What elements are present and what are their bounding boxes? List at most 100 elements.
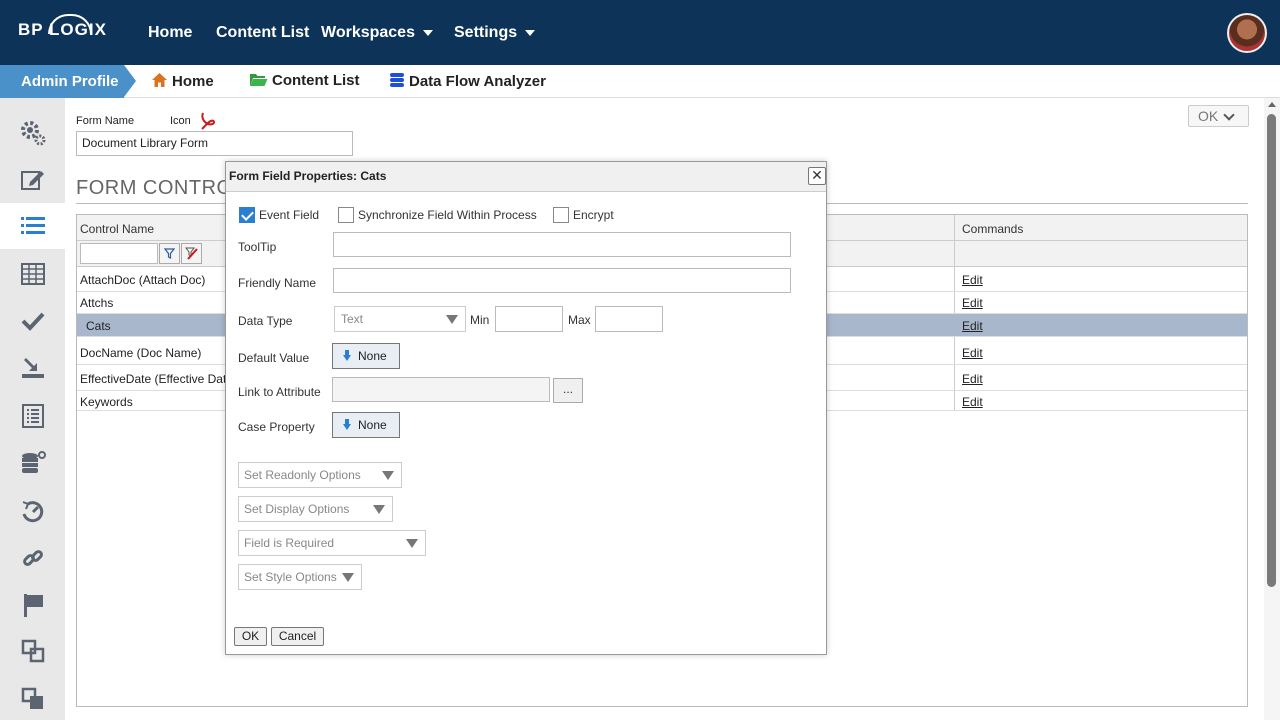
sidebar-item-table[interactable] <box>0 251 65 297</box>
edit-link[interactable]: Edit <box>962 296 983 310</box>
sidebar-item-settings[interactable] <box>0 110 65 156</box>
close-icon: ✕ <box>811 167 823 183</box>
form-name-input[interactable]: Document Library Form <box>76 131 353 156</box>
friendly-name-label: Friendly Name <box>238 276 317 290</box>
sidebar-item-report[interactable] <box>0 393 65 439</box>
scrollbar-thumb[interactable] <box>1267 114 1276 587</box>
sidebar-item-check[interactable] <box>0 298 65 344</box>
friendly-name-input[interactable] <box>333 268 791 293</box>
bp-logix-logo[interactable]: BP LOGIX <box>18 14 107 40</box>
user-avatar[interactable] <box>1227 13 1267 53</box>
sidebar-item-edit[interactable] <box>0 157 65 203</box>
encrypt-checkbox[interactable] <box>553 207 569 223</box>
display-options-label: Set Display Options <box>244 502 350 516</box>
data-type-select[interactable]: Text <box>334 306 466 332</box>
header-control-name[interactable]: Control Name <box>80 222 154 236</box>
scroll-up-icon[interactable] <box>1268 102 1276 107</box>
tooltip-label: ToolTip <box>238 240 277 254</box>
form-field-properties-dialog: Form Field Properties: Cats ✕ Event Fiel… <box>225 161 827 655</box>
sidebar-item-copy-outline[interactable] <box>0 676 65 720</box>
clear-filter-icon <box>185 247 198 260</box>
display-options-select[interactable]: Set Display Options <box>238 496 393 522</box>
sidebar-item-database-settings[interactable] <box>0 440 65 486</box>
default-value-button[interactable]: None <box>332 343 400 369</box>
event-field-checkbox[interactable] <box>239 207 255 223</box>
edit-link[interactable]: Edit <box>962 319 983 333</box>
home-icon <box>152 73 167 87</box>
edit-link[interactable]: Edit <box>962 273 983 287</box>
style-options-select[interactable]: Set Style Options <box>238 564 362 590</box>
admin-profile-tab[interactable]: Admin Profile <box>0 65 136 98</box>
pdf-icon[interactable] <box>199 112 216 130</box>
sidebar-item-copy[interactable] <box>0 628 65 674</box>
sidebar-item-link[interactable] <box>0 535 65 581</box>
vertical-scrollbar[interactable] <box>1264 98 1280 720</box>
case-property-button-label: None <box>358 418 387 432</box>
top-navbar: BP LOGIX Home Content List Workspaces Se… <box>0 0 1280 65</box>
control-name-cell: Keywords <box>80 395 133 409</box>
section-title: FORM CONTRO <box>76 177 233 199</box>
default-value-label: Default Value <box>238 351 310 365</box>
control-name-cell: Cats <box>86 319 111 333</box>
default-value-button-label: None <box>358 349 387 363</box>
subnav-content-list[interactable]: Content List <box>249 72 360 89</box>
sidebar-item-flag[interactable] <box>0 582 65 628</box>
edit-link[interactable]: Edit <box>962 346 983 360</box>
nav-workspaces[interactable]: Workspaces <box>321 24 433 42</box>
control-name-cell: Attchs <box>80 296 114 310</box>
max-input[interactable] <box>595 306 663 332</box>
nav-home[interactable]: Home <box>148 24 192 42</box>
case-property-label: Case Property <box>238 420 315 434</box>
icon-label: Icon <box>170 115 191 127</box>
ok-button[interactable]: OK <box>234 627 267 646</box>
subnav-data-flow-analyzer[interactable]: Data Flow Analyzer <box>389 72 546 90</box>
table-icon <box>20 263 45 285</box>
nav-content-list[interactable]: Content List <box>216 24 309 42</box>
link-attribute-label: Link to Attribute <box>238 385 321 399</box>
dialog-title: Form Field Properties: Cats <box>226 162 826 192</box>
readonly-options-select[interactable]: Set Readonly Options <box>238 462 402 488</box>
cancel-button[interactable]: Cancel <box>271 627 324 646</box>
browse-attribute-button[interactable]: ... <box>553 378 583 403</box>
sidebar-item-form-controls[interactable] <box>0 203 65 249</box>
data-type-value: Text <box>341 312 364 326</box>
field-required-label: Field is Required <box>244 536 335 550</box>
subnav-home[interactable]: Home <box>151 72 214 90</box>
ok-dropdown-label: OK <box>1198 108 1219 124</box>
edit-link[interactable]: Edit <box>962 372 983 386</box>
chevron-down-icon <box>1223 109 1235 121</box>
clear-filter-button[interactable] <box>181 243 202 264</box>
control-name-cell: EffectiveDate (Effective Date <box>80 372 233 386</box>
ok-dropdown-button[interactable]: OK <box>1188 105 1249 127</box>
data-type-label: Data Type <box>238 314 293 328</box>
arrow-down-icon <box>343 350 351 361</box>
close-button[interactable]: ✕ <box>808 167 826 185</box>
case-property-button[interactable]: None <box>332 412 400 438</box>
control-name-cell: DocName (Doc Name) <box>80 346 202 360</box>
report-icon <box>21 404 44 428</box>
min-input[interactable] <box>495 306 563 332</box>
database-settings-icon <box>21 451 46 473</box>
filter-button[interactable] <box>159 243 180 264</box>
sidebar-item-dashboard[interactable] <box>0 488 65 534</box>
sidebar-item-import[interactable] <box>0 345 65 391</box>
encrypt-label: Encrypt <box>573 208 614 222</box>
dropdown-arrow-icon <box>342 573 354 582</box>
sync-field-checkbox[interactable] <box>338 207 354 223</box>
tooltip-input[interactable] <box>333 232 791 257</box>
nav-settings[interactable]: Settings <box>454 24 536 42</box>
edit-link[interactable]: Edit <box>962 395 983 409</box>
chevron-down-icon <box>422 29 433 36</box>
arrow-down-icon <box>343 419 351 430</box>
event-field-label: Event Field <box>259 208 320 222</box>
edit-icon <box>20 171 44 190</box>
link-attribute-input[interactable] <box>332 377 550 402</box>
copy-outline-icon <box>21 687 43 709</box>
style-options-label: Set Style Options <box>244 570 337 584</box>
filter-input[interactable] <box>80 243 158 264</box>
copy-icon <box>21 639 44 663</box>
field-required-select[interactable]: Field is Required <box>238 530 426 556</box>
dropdown-arrow-icon <box>382 471 394 480</box>
max-label: Max <box>568 313 591 327</box>
dropdown-arrow-icon <box>446 315 458 324</box>
